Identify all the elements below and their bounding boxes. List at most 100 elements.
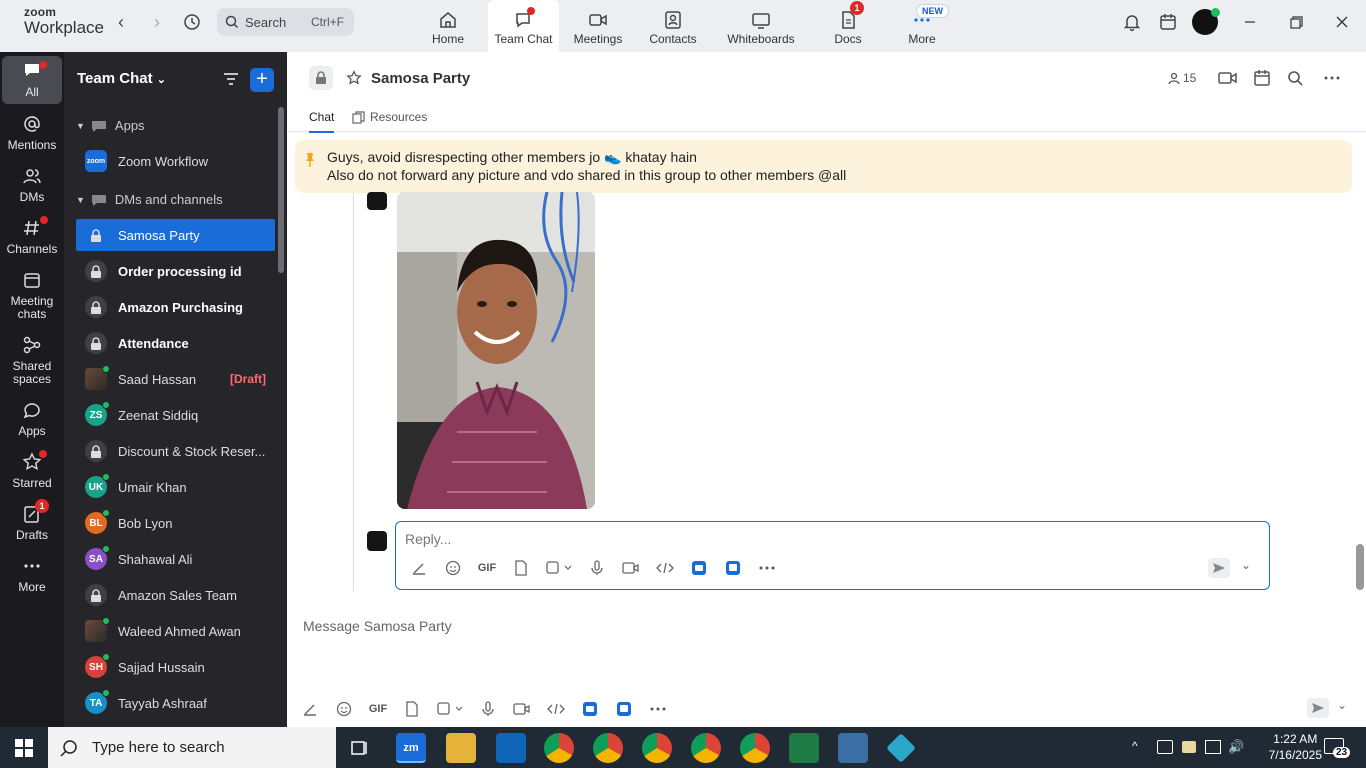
section-apps[interactable]: ▼ Apps	[76, 118, 145, 133]
subtab-chat[interactable]: Chat	[309, 110, 335, 133]
excel-icon[interactable]	[789, 733, 819, 763]
gif-button[interactable]: GIF	[470, 558, 504, 578]
profile-avatar[interactable]	[1192, 8, 1220, 35]
calendar-icon[interactable]	[1158, 12, 1180, 34]
sidebar-item-amazon-purchasing[interactable]: Amazon Purchasing	[76, 291, 275, 323]
tab-team-chat[interactable]: Team Chat	[488, 0, 559, 52]
task-view-icon[interactable]	[350, 738, 370, 758]
sidebar-item-samosa-party[interactable]: Samosa Party	[76, 219, 275, 251]
rail-meeting-chats[interactable]: Meeting chats	[2, 270, 62, 321]
sidebar-item-zoom-workflow[interactable]: zoom Zoom Workflow	[76, 145, 275, 177]
sidebar-item-order-processing-id[interactable]: Order processing id	[76, 255, 275, 287]
more-tools-icon[interactable]	[641, 699, 675, 719]
tray-app-icon[interactable]	[1157, 740, 1173, 754]
code-snippet-icon[interactable]	[539, 699, 573, 719]
rail-starred[interactable]: Starred	[2, 450, 62, 490]
chrome-icon-2[interactable]	[593, 733, 623, 763]
file-icon[interactable]	[395, 699, 429, 719]
video-call-icon[interactable]	[1218, 70, 1238, 86]
zoom-taskbar-icon[interactable]: zm	[396, 733, 426, 763]
rail-mentions[interactable]: Mentions	[2, 114, 62, 152]
video-clip-icon[interactable]	[505, 699, 539, 719]
message-composer[interactable]: Message Samosa Party GIF ⌄	[287, 608, 1366, 727]
taskbar-clock[interactable]: 1:22 AM 7/16/2025	[1269, 731, 1322, 763]
sidebar-item-shahawal-ali[interactable]: SA Shahawal Ali	[76, 543, 275, 575]
gif-button[interactable]: GIF	[361, 699, 395, 719]
sidebar-item-sajjad-hussain[interactable]: SH Sajjad Hussain	[76, 651, 275, 683]
sidebar-item-bob-lyon[interactable]: BL Bob Lyon	[76, 507, 275, 539]
new-chat-button[interactable]: +	[250, 68, 274, 92]
rail-more[interactable]: More	[2, 556, 62, 594]
zoom-docs-app-icon[interactable]	[682, 558, 716, 578]
tab-docs[interactable]: 1 Docs	[826, 0, 870, 52]
more-options-icon[interactable]	[1323, 70, 1341, 86]
section-dms-channels[interactable]: ▼ DMs and channels	[76, 192, 223, 207]
file-icon[interactable]	[504, 558, 538, 578]
zoom-clips-app-icon[interactable]	[716, 558, 750, 578]
tab-home[interactable]: Home	[418, 0, 478, 52]
shared-photo[interactable]	[397, 192, 595, 509]
tab-meetings[interactable]: Meetings	[566, 0, 630, 52]
calculator-icon[interactable]	[838, 733, 868, 763]
send-options-chevron-icon[interactable]: ⌄	[1337, 698, 1347, 712]
sidebar-item-waleed-ahmed-awan[interactable]: Waleed Ahmed Awan	[76, 615, 275, 647]
tab-contacts[interactable]: Contacts	[642, 0, 704, 52]
send-icon[interactable]	[1307, 698, 1329, 718]
tray-chevron-icon[interactable]: ^	[1132, 739, 1138, 753]
screenshot-icon[interactable]	[538, 558, 580, 578]
pinned-message[interactable]: Guys, avoid disrespecting other members …	[295, 140, 1352, 193]
sidebar-item-attendance[interactable]: Attendance	[76, 327, 275, 359]
rail-apps[interactable]: Apps	[2, 400, 62, 438]
rail-channels[interactable]: Channels	[2, 216, 62, 256]
rail-dms[interactable]: DMs	[2, 166, 62, 204]
video-clip-icon[interactable]	[614, 558, 648, 578]
sidebar-item-tayyab-ashraaf[interactable]: TA Tayyab Ashraaf	[76, 687, 275, 719]
message-input[interactable]: Message Samosa Party	[303, 618, 452, 634]
sidebar-title[interactable]: Team Chat ⌄	[77, 70, 166, 87]
file-explorer-icon[interactable]	[446, 733, 476, 763]
bell-icon[interactable]	[1122, 12, 1144, 34]
format-icon[interactable]	[293, 699, 327, 719]
minimize-icon[interactable]	[1240, 12, 1262, 34]
format-icon[interactable]	[402, 558, 436, 578]
send-options-chevron-icon[interactable]: ⌄	[1241, 558, 1251, 572]
chrome-icon-3[interactable]	[642, 733, 672, 763]
members-button[interactable]: 15	[1168, 71, 1196, 85]
subtab-resources[interactable]: Resources	[352, 110, 427, 124]
emoji-icon[interactable]	[327, 699, 361, 719]
back-arrow-icon[interactable]: ‹	[110, 12, 132, 34]
star-outline-icon[interactable]	[346, 70, 362, 86]
battery-icon[interactable]	[1182, 741, 1196, 753]
chrome-icon-5[interactable]	[740, 733, 770, 763]
volume-icon[interactable]: 🔊	[1228, 739, 1244, 755]
send-icon[interactable]	[1208, 558, 1230, 578]
microphone-icon[interactable]	[580, 558, 614, 578]
sidebar-item-amazon-sales-team[interactable]: Amazon Sales Team	[76, 579, 275, 611]
screenshot-icon[interactable]	[429, 699, 471, 719]
rail-shared-spaces[interactable]: Shared spaces	[2, 335, 62, 386]
reply-input[interactable]: Reply...	[405, 531, 451, 547]
emoji-icon[interactable]	[436, 558, 470, 578]
restore-icon[interactable]	[1286, 12, 1308, 34]
outlook-icon[interactable]	[496, 733, 526, 763]
global-search[interactable]: Search Ctrl+F	[217, 8, 354, 36]
more-tools-icon[interactable]	[750, 558, 784, 578]
code-snippet-icon[interactable]	[648, 558, 682, 578]
sender-avatar[interactable]	[367, 192, 387, 210]
filter-icon[interactable]	[222, 71, 240, 87]
forward-arrow-icon[interactable]: ›	[146, 12, 168, 34]
app-diamond-icon[interactable]	[886, 733, 916, 763]
search-channel-icon[interactable]	[1287, 70, 1303, 86]
reply-box[interactable]: Reply... GIF ⌄	[395, 521, 1270, 590]
sidebar-item-zeenat-siddiq[interactable]: ZS Zeenat Siddiq	[76, 399, 275, 431]
close-icon[interactable]	[1332, 12, 1354, 34]
sidebar-scrollbar[interactable]	[278, 107, 284, 273]
schedule-icon[interactable]	[1253, 69, 1271, 87]
rail-drafts[interactable]: 1 Drafts	[2, 499, 62, 542]
zoom-clips-app-icon[interactable]	[607, 699, 641, 719]
sidebar-item-saad-hassan[interactable]: Saad Hassan [Draft]	[76, 363, 275, 395]
chat-scrollbar[interactable]	[1356, 544, 1364, 590]
rail-all[interactable]: All	[2, 56, 62, 104]
tab-more[interactable]: NEW More	[898, 0, 949, 52]
microphone-icon[interactable]	[471, 699, 505, 719]
